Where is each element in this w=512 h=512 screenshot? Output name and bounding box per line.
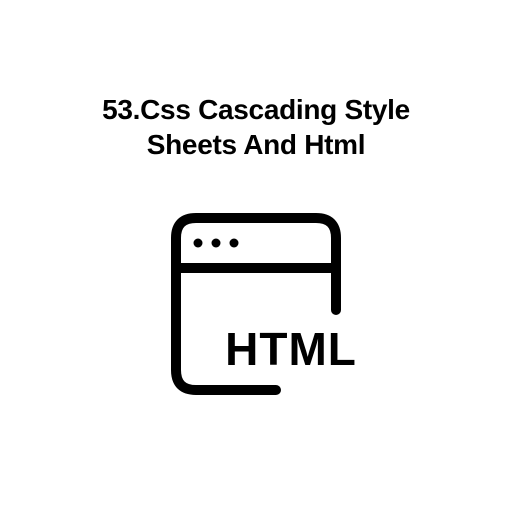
title-line-1: 53.Css Cascading Style — [102, 94, 410, 125]
page-title: 53.Css Cascading Style Sheets And Html — [62, 92, 450, 162]
html-browser-icon: HTML — [146, 190, 366, 410]
title-line-2: Sheets And Html — [147, 129, 366, 160]
html-text-label: HTML — [225, 323, 357, 375]
